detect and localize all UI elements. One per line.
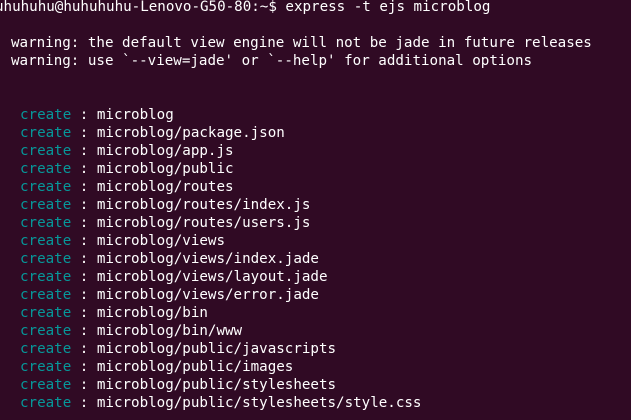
created-path: microblog/routes/index.js — [96, 197, 311, 213]
create-output-line: create : microblog/package.json — [20, 124, 285, 142]
terminal-window[interactable]: uhuhuhu@huhuhuhu-Lenovo-G50-80:~$ expres… — [0, 0, 631, 420]
separator: : — [71, 179, 97, 195]
created-path: microblog/routes/users.js — [96, 215, 311, 231]
create-output-line: create : microblog/public/stylesheets — [20, 376, 336, 394]
command-line: uhuhuhu@huhuhuhu-Lenovo-G50-80:~$ expres… — [0, 0, 490, 16]
create-output-line: create : microblog/public/javascripts — [20, 340, 336, 358]
warning-line: warning: the default view engine will no… — [11, 35, 592, 51]
created-path: microblog/routes — [96, 179, 234, 195]
create-keyword: create — [20, 305, 72, 321]
create-output-line: create : microblog/routes/index.js — [20, 196, 310, 214]
separator: : — [71, 125, 97, 141]
create-keyword: create — [20, 197, 72, 213]
typed-command: express -t ejs microblog — [276, 0, 491, 15]
create-keyword: create — [20, 323, 72, 339]
create-output-line: create : microblog/app.js — [20, 142, 234, 160]
created-path: microblog/bin — [96, 305, 208, 321]
created-path: microblog/views/layout.jade — [96, 269, 328, 285]
separator: : — [71, 341, 97, 357]
separator: : — [71, 233, 97, 249]
create-keyword: create — [20, 377, 72, 393]
created-path: microblog/public/stylesheets — [96, 377, 337, 393]
separator: : — [71, 377, 97, 393]
created-path: microblog/public/javascripts — [96, 341, 337, 357]
create-output-line: create : microblog/views — [20, 232, 225, 250]
created-path: microblog/views — [96, 233, 225, 249]
create-output-line: create : microblog/views/layout.jade — [20, 268, 328, 286]
separator: : — [71, 305, 97, 321]
create-keyword: create — [20, 359, 72, 375]
created-path: microblog/public — [96, 161, 234, 177]
create-keyword: create — [20, 215, 72, 231]
created-path: microblog — [96, 107, 174, 123]
create-output-line: create : microblog/bin — [20, 304, 208, 322]
create-keyword: create — [20, 341, 72, 357]
create-keyword: create — [20, 161, 72, 177]
created-path: microblog/bin/www — [96, 323, 243, 339]
separator: : — [71, 161, 97, 177]
created-path: microblog/public/stylesheets/style.css — [96, 395, 422, 411]
create-output-line: create : microblog/views/error.jade — [20, 286, 319, 304]
created-path: microblog/public/images — [96, 359, 294, 375]
create-keyword: create — [20, 125, 72, 141]
separator: : — [71, 269, 97, 285]
separator: : — [71, 215, 97, 231]
created-path: microblog/views/index.jade — [96, 251, 319, 267]
created-path: microblog/package.json — [96, 125, 285, 141]
created-path: microblog/app.js — [96, 143, 234, 159]
create-output-line: create : microblog/bin/www — [20, 322, 242, 340]
shell-prompt: uhuhuhu@huhuhuhu-Lenovo-G50-80:~$ — [0, 0, 277, 15]
create-keyword: create — [20, 143, 72, 159]
separator: : — [71, 251, 97, 267]
separator: : — [71, 143, 97, 159]
warning-line: warning: use `--view=jade' or `--help' f… — [11, 53, 533, 69]
create-output-line: create : microblog/public — [20, 160, 234, 178]
separator: : — [71, 107, 97, 123]
create-keyword: create — [20, 233, 72, 249]
created-path: microblog/views/error.jade — [96, 287, 319, 303]
create-keyword: create — [20, 179, 72, 195]
create-keyword: create — [20, 107, 72, 123]
create-output-line: create : microblog/routes/users.js — [20, 214, 310, 232]
create-keyword: create — [20, 287, 72, 303]
create-keyword: create — [20, 269, 72, 285]
create-output-line: create : microblog/routes — [20, 178, 234, 196]
separator: : — [71, 197, 97, 213]
separator: : — [71, 287, 97, 303]
create-output-line: create : microblog/public/stylesheets/st… — [20, 394, 421, 412]
create-output-line: create : microblog/public/images — [20, 358, 293, 376]
separator: : — [71, 323, 97, 339]
create-output-line: create : microblog/views/index.jade — [20, 250, 319, 268]
create-keyword: create — [20, 395, 72, 411]
separator: : — [71, 359, 97, 375]
create-keyword: create — [20, 251, 72, 267]
create-output-line: create : microblog — [20, 106, 174, 124]
separator: : — [71, 395, 97, 411]
